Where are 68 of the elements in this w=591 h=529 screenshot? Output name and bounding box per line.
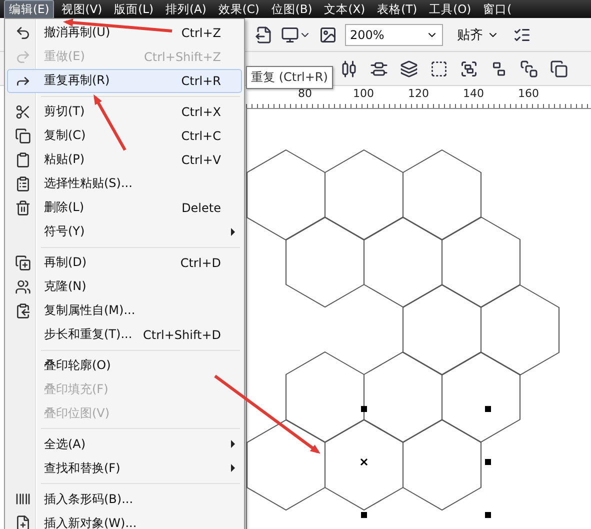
menu-item[interactable]: 剪切(T) Ctrl+X: [7, 100, 242, 124]
ruler-label: 120: [408, 87, 429, 100]
snap-menu[interactable]: 贴齐: [457, 26, 483, 44]
image-icon[interactable]: [319, 26, 337, 44]
clipboard-copy-icon: [15, 302, 31, 319]
menu-item[interactable]: 插入新对象(W)...: [7, 511, 242, 529]
ruler-label: 100: [353, 87, 374, 100]
layers-icon[interactable]: [400, 60, 418, 78]
menu-item[interactable]: 查找和替换(F): [7, 456, 242, 480]
menu-title[interactable]: 视图(V): [56, 0, 108, 18]
copy-icon: [15, 128, 31, 144]
menu-title[interactable]: 文本(X): [319, 0, 370, 18]
menu-title[interactable]: 排列(A): [160, 0, 212, 18]
export-icon[interactable]: [255, 26, 273, 44]
menu-title[interactable]: 位图(B): [266, 0, 318, 18]
menu-item[interactable]: 复制(C) Ctrl+C: [7, 124, 242, 148]
square-stack-icon[interactable]: [520, 60, 538, 78]
group-icon[interactable]: [460, 60, 478, 78]
redo-icon: [15, 48, 31, 65]
menu-title[interactable]: 效果(C): [213, 0, 264, 18]
select-box-icon[interactable]: [430, 60, 448, 78]
menu-item[interactable]: 删除(L) Delete: [7, 196, 242, 220]
selection-handle[interactable]: [485, 459, 491, 465]
menu-item[interactable]: 插入条形码(B)...: [7, 487, 242, 512]
menu-title[interactable]: 窗口(: [478, 0, 517, 18]
zoom-field[interactable]: 200%: [345, 24, 443, 46]
scissors-icon: [15, 104, 31, 120]
copy-icon[interactable]: [550, 60, 568, 78]
menu-item[interactable]: 全选(A): [7, 432, 242, 456]
menu-title[interactable]: 编辑(E): [4, 0, 54, 18]
ungroup-icon[interactable]: [490, 60, 508, 78]
selection-handle[interactable]: [361, 512, 367, 518]
menu-item[interactable]: 选择性粘贴(S)...: [7, 172, 242, 196]
distribute-icon[interactable]: [340, 60, 358, 78]
menu-title[interactable]: 版面(L): [109, 0, 158, 18]
menu-item[interactable]: 粘贴(P) Ctrl+V: [7, 148, 242, 172]
distribute-icon[interactable]: [370, 60, 388, 78]
barcode-icon: [15, 491, 31, 508]
menu-item[interactable]: 复制属性自(M)...: [7, 298, 242, 323]
undo-icon: [15, 24, 31, 41]
ruler-label: 160: [518, 87, 539, 100]
menu-item[interactable]: 叠印轮廓(O): [7, 353, 242, 378]
clipboard-icon: [15, 152, 31, 168]
copy-plus-icon: [15, 254, 31, 271]
arrow-drawing: [94, 94, 126, 151]
submenu-arrow-icon: [231, 440, 235, 448]
menu-title[interactable]: 工具(O): [424, 0, 476, 18]
selection-handle[interactable]: [485, 406, 491, 412]
submenu-arrow-icon: [231, 228, 235, 236]
menu-item[interactable]: 重复再制(R) Ctrl+R: [7, 68, 242, 93]
file-plus-icon: [15, 515, 31, 529]
menu-item[interactable]: 步长和重复(T)... Ctrl+Shift+D: [7, 322, 242, 346]
menu-title[interactable]: 表格(T): [372, 0, 422, 18]
menu-item[interactable]: 再制(D) Ctrl+D: [7, 250, 242, 275]
submenu-arrow-icon: [231, 464, 235, 472]
monitor-icon[interactable]: [281, 26, 299, 44]
menu-item[interactable]: 撤消再制(U) Ctrl+Z: [7, 21, 242, 45]
trash-icon: [15, 200, 31, 216]
menu-item[interactable]: 克隆(N): [7, 274, 242, 299]
people-icon: [15, 278, 31, 295]
selection-handle[interactable]: [361, 406, 367, 412]
ruler-label: 80: [298, 87, 312, 100]
selection-handle[interactable]: [485, 512, 491, 518]
ruler-label: 140: [463, 87, 484, 100]
tooltip: 重复 (Ctrl+R): [246, 66, 333, 89]
clipboard-list-icon: [15, 176, 31, 192]
center-mark-icon: [360, 458, 368, 466]
menu-item[interactable]: 符号(Y): [7, 220, 242, 244]
